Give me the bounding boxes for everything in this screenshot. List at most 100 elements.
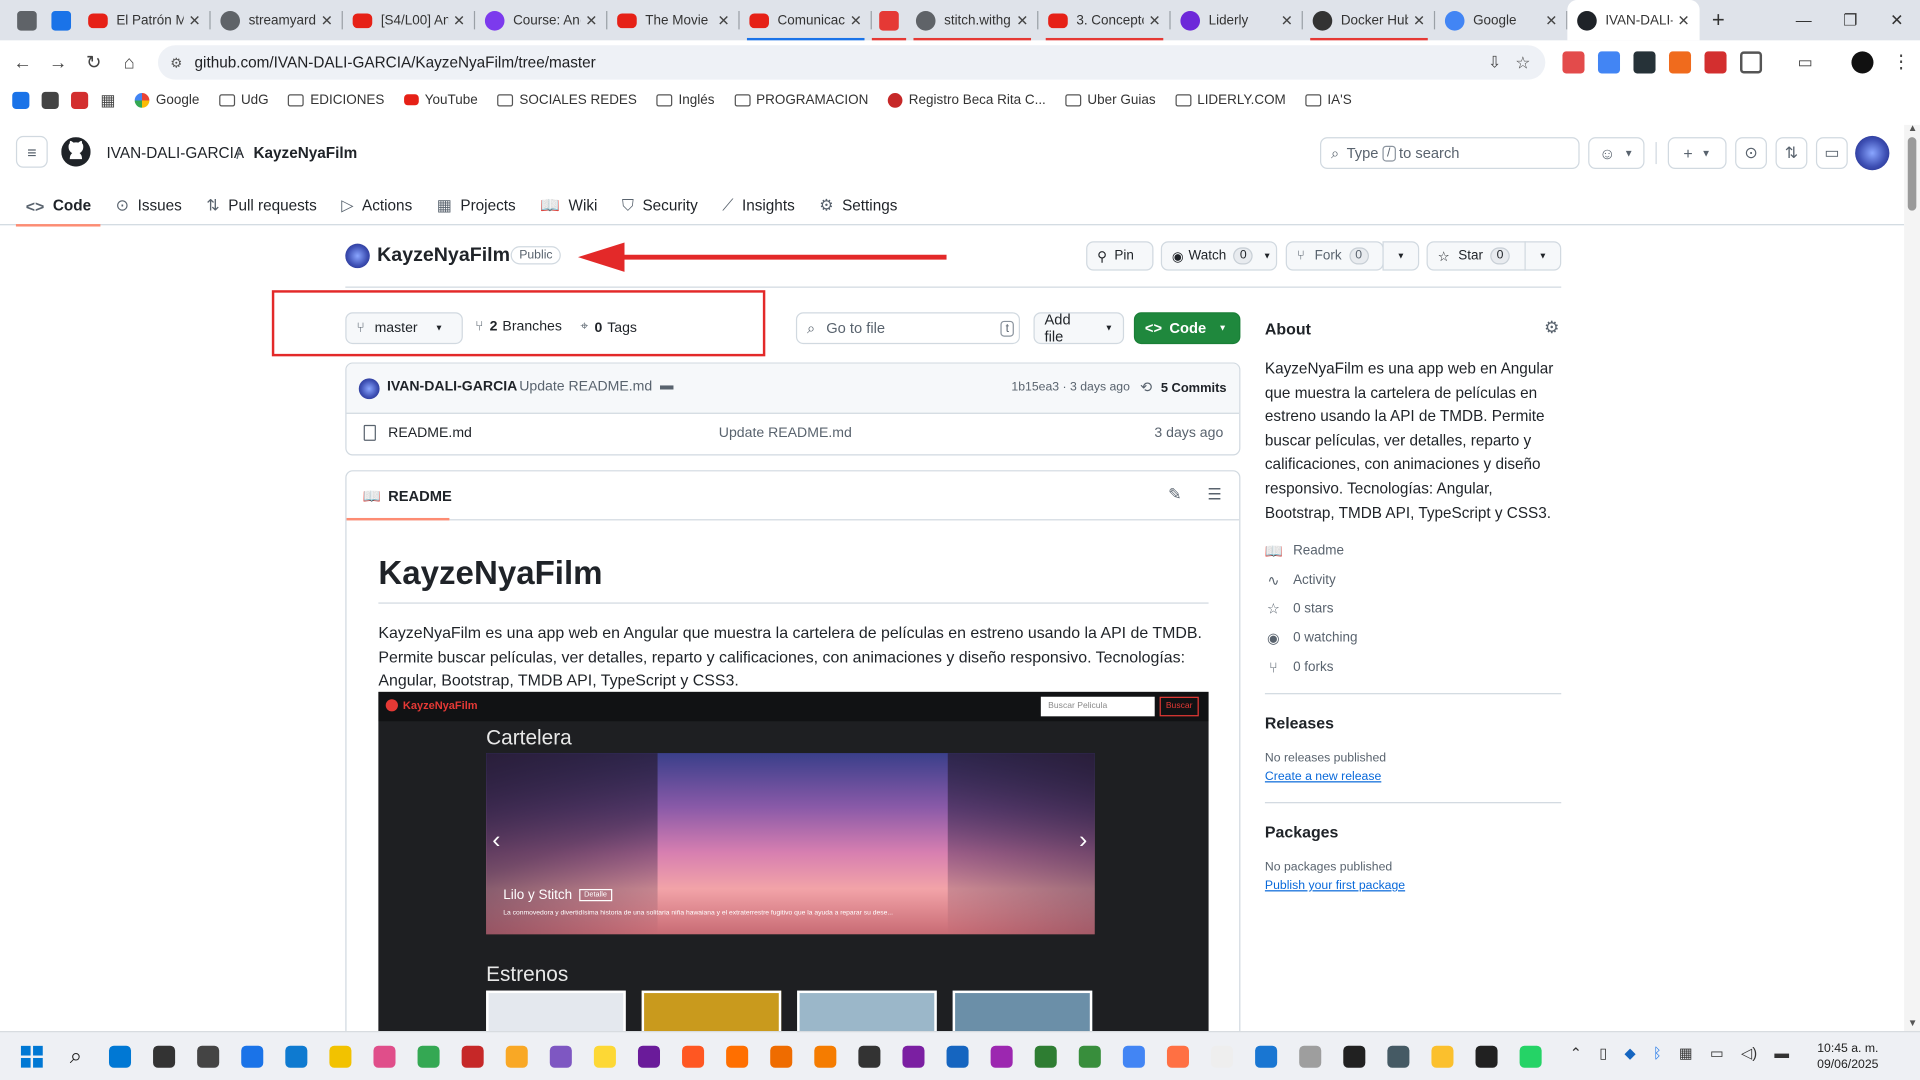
- taskbar-app-icon[interactable]: [671, 1034, 715, 1078]
- taskbar-app-icon[interactable]: [1420, 1034, 1464, 1078]
- taskbar-app-icon[interactable]: [1332, 1034, 1376, 1078]
- taskbar-app-icon[interactable]: [1200, 1034, 1244, 1078]
- pinned-tab[interactable]: [10, 0, 44, 40]
- commit-author-avatar[interactable]: [358, 378, 380, 400]
- tab-wiki[interactable]: 📖 Wiki: [530, 186, 607, 225]
- extension-icon[interactable]: [12, 91, 30, 109]
- scroll-up-icon[interactable]: ▲: [1908, 122, 1918, 133]
- browser-tab[interactable]: El Patrón M ✕: [78, 0, 211, 40]
- bookmark-item[interactable]: SOCIALES REDES: [497, 92, 637, 107]
- install-icon[interactable]: ⇩: [1488, 53, 1501, 73]
- extension-icon[interactable]: [1562, 51, 1585, 74]
- bookmark-item[interactable]: Uber Guias: [1065, 92, 1156, 107]
- bookmark-star-icon[interactable]: ☆: [1515, 52, 1530, 73]
- bookmark-item[interactable]: Google: [135, 92, 199, 108]
- reload-icon[interactable]: ↻: [76, 51, 112, 74]
- close-icon[interactable]: ✕: [850, 12, 862, 29]
- add-file-button[interactable]: Add file ▼: [1033, 311, 1125, 345]
- taskbar-app-icon[interactable]: [274, 1034, 318, 1078]
- browser-menu-icon[interactable]: ⋮: [1892, 50, 1910, 72]
- apps-grid-icon[interactable]: ▦: [100, 90, 115, 110]
- fork-dropdown[interactable]: ▼: [1382, 241, 1420, 271]
- commits-link[interactable]: 5 Commits: [1161, 381, 1227, 396]
- taskbar-app-icon[interactable]: [230, 1034, 274, 1078]
- volume-icon[interactable]: ◁): [1741, 1044, 1757, 1061]
- packages-heading[interactable]: Packages: [1265, 823, 1338, 841]
- taskbar-app-icon[interactable]: [715, 1034, 759, 1078]
- tray-app-icon[interactable]: ▦: [1679, 1044, 1693, 1061]
- bookmark-item[interactable]: UdG: [218, 92, 269, 107]
- about-0-watching[interactable]: ◉ 0 watching: [1265, 630, 1357, 647]
- browser-tab[interactable]: Google ✕: [1435, 0, 1568, 40]
- code-button[interactable]: <> Code ▼: [1133, 312, 1241, 345]
- tab-security[interactable]: ⛉ Security: [612, 186, 707, 225]
- taskbar-app-icon[interactable]: [362, 1034, 406, 1078]
- tray-app-icon[interactable]: ◆: [1625, 1044, 1636, 1061]
- bookmark-item[interactable]: IA'S: [1305, 92, 1352, 107]
- pinned-tab[interactable]: [44, 0, 78, 40]
- pull-request-icon[interactable]: ⇅: [1775, 137, 1808, 169]
- bookmark-item[interactable]: EDICIONES: [288, 92, 384, 107]
- close-icon[interactable]: ✕: [1149, 12, 1161, 29]
- browser-tab[interactable]: The Movie ✕: [607, 0, 740, 40]
- browser-tab[interactable]: stitch.withg ✕: [906, 0, 1039, 41]
- create-release-link[interactable]: Create a new release: [1265, 770, 1381, 783]
- extension-icon[interactable]: [1668, 51, 1692, 74]
- new-tab-button[interactable]: +: [1712, 7, 1725, 33]
- taskbar-app-icon[interactable]: [1509, 1034, 1553, 1078]
- owner-link[interactable]: IVAN-DALI-GARCIA: [107, 144, 245, 161]
- hamburger-menu-icon[interactable]: ≡: [15, 135, 48, 168]
- tab-issues[interactable]: ⊙ Issues: [106, 186, 192, 225]
- bookmark-item[interactable]: Registro Beca Rita C...: [887, 92, 1046, 108]
- about-readme[interactable]: 📖 Readme: [1265, 542, 1344, 559]
- browser-tab[interactable]: 3. Concepto ✕: [1038, 0, 1171, 41]
- extension-icon[interactable]: [1633, 51, 1656, 74]
- taskbar-app-icon[interactable]: [1156, 1034, 1200, 1078]
- extension-icon[interactable]: [71, 91, 89, 109]
- repo-link[interactable]: KayzeNyaFilm: [253, 144, 357, 161]
- edit-pencil-icon[interactable]: ✎: [1168, 485, 1181, 505]
- taskbar-app-icon[interactable]: [803, 1034, 847, 1078]
- bookmark-item[interactable]: PROGRAMACION: [734, 92, 868, 107]
- releases-heading[interactable]: Releases: [1265, 714, 1334, 732]
- browser-tab[interactable]: Course: Ang ✕: [475, 0, 608, 40]
- extension-icon[interactable]: [1704, 51, 1727, 74]
- publish-package-link[interactable]: Publish your first package: [1265, 879, 1405, 892]
- close-icon[interactable]: ✕: [453, 12, 465, 29]
- taskbar-app-icon[interactable]: [759, 1034, 803, 1078]
- taskbar-app-icon[interactable]: [451, 1034, 495, 1078]
- browser-tab[interactable]: Comunicac ✕: [740, 0, 872, 41]
- taskbar-app-icon[interactable]: [1376, 1034, 1420, 1078]
- file-row[interactable]: README.md Update README.md 3 days ago: [347, 414, 1240, 454]
- github-logo-icon[interactable]: [61, 137, 91, 167]
- profile-avatar[interactable]: [1851, 51, 1874, 74]
- taskbar-app-icon[interactable]: [847, 1034, 891, 1078]
- about-0-stars[interactable]: ☆ 0 stars: [1265, 600, 1334, 617]
- watch-button[interactable]: ◉ Watch 0 ▼: [1160, 241, 1278, 271]
- close-icon[interactable]: ✕: [1016, 12, 1028, 29]
- scrollbar-thumb[interactable]: [1907, 137, 1917, 211]
- close-icon[interactable]: ✕: [321, 12, 333, 29]
- fork-button[interactable]: ⑂ Fork 0: [1285, 241, 1384, 271]
- taskbar-app-icon[interactable]: [495, 1034, 539, 1078]
- taskbar-app-icon[interactable]: [98, 1034, 142, 1078]
- gear-icon[interactable]: ⚙: [1544, 317, 1559, 338]
- taskbar-app-icon[interactable]: [186, 1034, 230, 1078]
- browser-tab[interactable]: Docker Hub ✕: [1303, 0, 1436, 41]
- browser-tab[interactable]: IVAN-DALI- ✕: [1567, 0, 1700, 41]
- back-icon[interactable]: ←: [5, 52, 41, 73]
- clock[interactable]: 10:45 a. m. 09/06/2025: [1817, 1041, 1878, 1073]
- star-dropdown[interactable]: ▼: [1524, 241, 1562, 271]
- commit-message[interactable]: Update README.md: [519, 380, 652, 395]
- close-icon[interactable]: ✕: [1545, 12, 1557, 29]
- browser-tab[interactable]: [S4/L00] An ✕: [343, 0, 476, 40]
- bookmark-item[interactable]: LIDERLY.COM: [1175, 92, 1286, 107]
- home-icon[interactable]: ⌂: [111, 52, 147, 73]
- taskbar-app-icon[interactable]: [142, 1034, 186, 1078]
- inbox-icon[interactable]: ▭: [1815, 137, 1848, 169]
- file-name[interactable]: README.md: [388, 426, 472, 441]
- repo-title[interactable]: KayzeNyaFilm: [377, 245, 510, 267]
- taskbar-app-icon[interactable]: [627, 1034, 671, 1078]
- close-icon[interactable]: ✕: [188, 12, 200, 29]
- file-commit-message[interactable]: Update README.md: [719, 426, 852, 441]
